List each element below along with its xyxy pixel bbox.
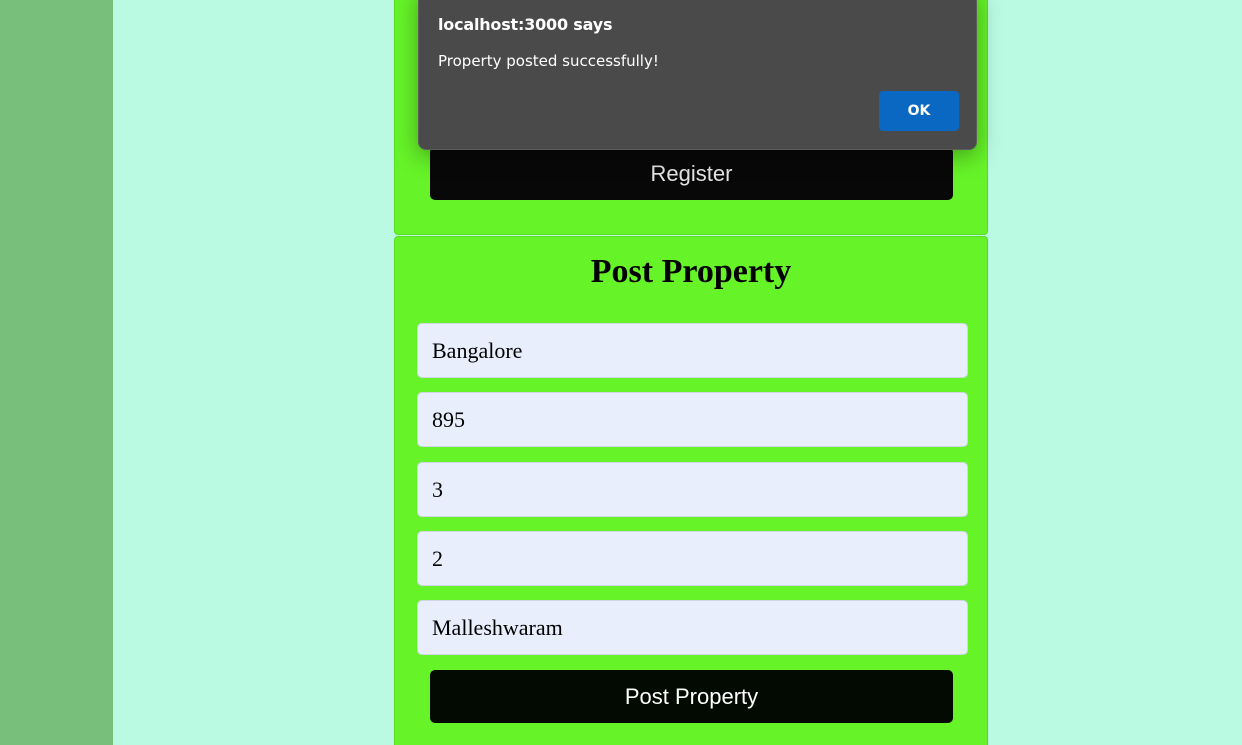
alert-message: Property posted successfully!	[438, 52, 659, 70]
post-property-card: Post Property Post Property	[394, 236, 988, 745]
post-property-title: Post Property	[590, 253, 792, 290]
page: Register Post Property Post Property loc…	[0, 0, 1242, 745]
alert-dialog: localhost:3000 says Property posted succ…	[418, 0, 977, 150]
bedrooms-field[interactable]	[417, 462, 968, 517]
register-button[interactable]: Register	[430, 147, 953, 200]
alert-title: localhost:3000 says	[438, 15, 613, 34]
bathrooms-field[interactable]	[417, 531, 968, 586]
area-field[interactable]	[417, 392, 968, 447]
post-property-button[interactable]: Post Property	[430, 670, 953, 723]
city-field[interactable]	[417, 323, 968, 378]
locality-field[interactable]	[417, 600, 968, 655]
left-side-strip	[0, 0, 113, 745]
alert-ok-button[interactable]: OK	[879, 91, 959, 131]
